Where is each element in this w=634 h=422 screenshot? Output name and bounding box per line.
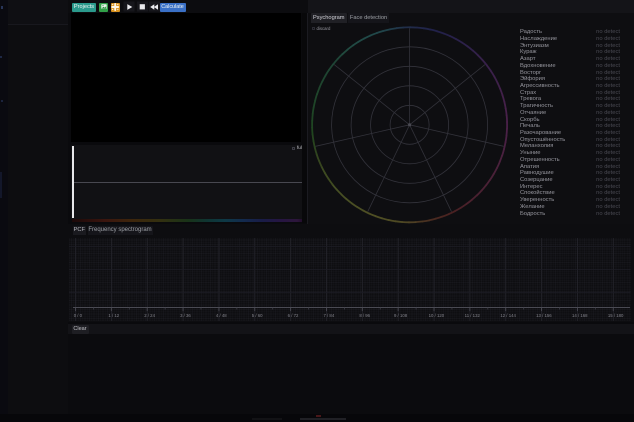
svg-text:8 / 96: 8 / 96 xyxy=(359,313,370,318)
svg-text:12 / 144: 12 / 144 xyxy=(500,313,516,318)
svg-text:14 / 168: 14 / 168 xyxy=(572,313,588,318)
svg-text:6 / 72: 6 / 72 xyxy=(288,313,299,318)
svg-text:10 / 120: 10 / 120 xyxy=(429,313,445,318)
svg-text:0 / 0: 0 / 0 xyxy=(74,313,83,318)
svg-text:11 / 132: 11 / 132 xyxy=(465,313,481,318)
svg-text:3 / 36: 3 / 36 xyxy=(180,313,191,318)
svg-text:15 / 180: 15 / 180 xyxy=(608,313,624,318)
svg-text:1 / 12: 1 / 12 xyxy=(108,313,119,318)
svg-text:5 / 60: 5 / 60 xyxy=(252,313,263,318)
svg-text:13 / 156: 13 / 156 xyxy=(536,313,552,318)
svg-text:4 / 48: 4 / 48 xyxy=(216,313,227,318)
svg-text:2 / 24: 2 / 24 xyxy=(144,313,155,318)
svg-text:7 / 84: 7 / 84 xyxy=(323,313,334,318)
svg-text:9 / 108: 9 / 108 xyxy=(394,313,408,318)
